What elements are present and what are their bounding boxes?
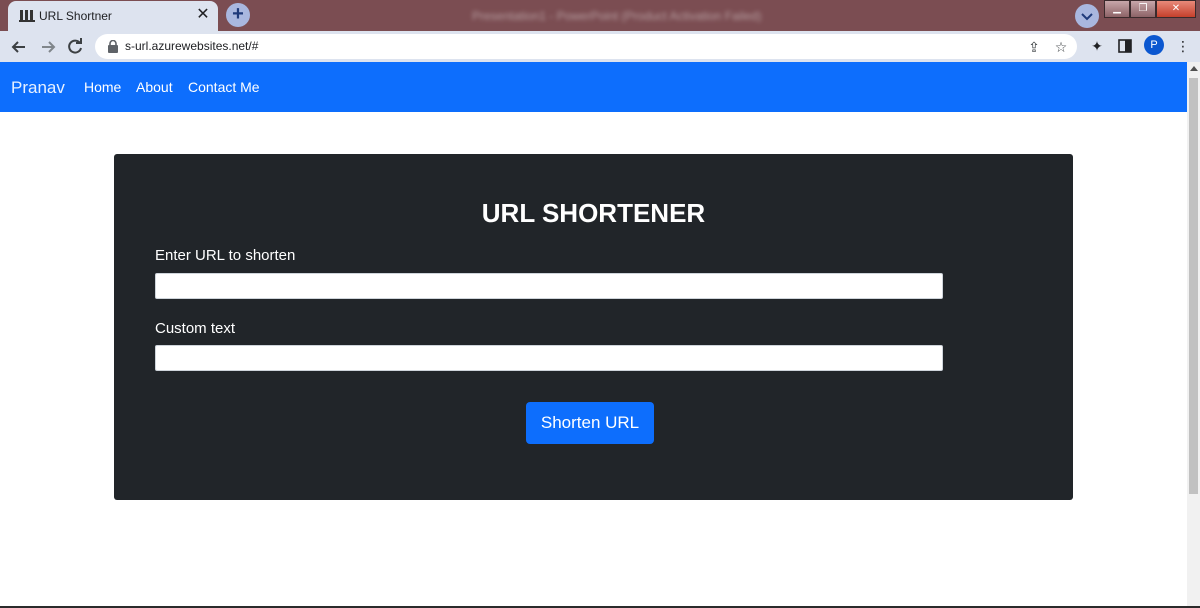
back-arrow-icon <box>11 41 25 53</box>
side-panel-glyph <box>1118 39 1132 53</box>
site-navbar: Pranav Home About Contact Me <box>0 62 1187 112</box>
lock-icon <box>108 40 118 53</box>
bookmark-star-icon[interactable]: ☆ <box>1051 37 1071 57</box>
page-content: Pranav Home About Contact Me URL SHORTEN… <box>0 62 1187 608</box>
page-scrollbar[interactable] <box>1187 62 1200 608</box>
new-tab-button[interactable]: + <box>226 3 250 27</box>
close-window-button[interactable]: ✕ <box>1156 0 1196 18</box>
side-panel-icon[interactable] <box>1114 35 1136 57</box>
forward-arrow-icon <box>42 41 56 53</box>
site-favicon-icon <box>19 10 35 22</box>
navbar-brand[interactable]: Pranav <box>11 78 65 98</box>
profile-avatar[interactable]: P <box>1144 35 1164 55</box>
nav-link-about[interactable]: About <box>136 79 173 95</box>
browser-toolbar: s-url.azurewebsites.net/# ⇪ ☆ ✦ P ⋮ <box>0 31 1200 62</box>
shortener-card: URL SHORTENER Enter URL to shorten Custo… <box>114 154 1073 500</box>
forward-button[interactable] <box>36 35 60 59</box>
address-bar[interactable]: s-url.azurewebsites.net/# ⇪ ☆ <box>95 34 1077 59</box>
share-icon[interactable]: ⇪ <box>1024 37 1044 57</box>
close-tab-icon[interactable]: ✕ <box>194 6 212 24</box>
tab-title: URL Shortner <box>39 9 112 23</box>
reload-button[interactable] <box>63 35 87 59</box>
scroll-up-arrow-icon[interactable] <box>1190 66 1198 71</box>
chevron-down-icon <box>1081 13 1093 21</box>
browser-tab[interactable]: URL Shortner ✕ <box>8 1 218 31</box>
url-input[interactable] <box>155 273 943 299</box>
nav-link-home[interactable]: Home <box>84 79 121 95</box>
window-title: Presentation1 - PowerPoint (Product Acti… <box>472 9 762 23</box>
url-field-label: Enter URL to shorten <box>155 247 296 264</box>
scrollbar-thumb[interactable] <box>1189 78 1198 494</box>
custom-text-input[interactable] <box>155 345 943 371</box>
tab-search-button[interactable] <box>1075 4 1099 28</box>
extensions-icon[interactable]: ✦ <box>1086 35 1108 57</box>
window-controls: ▁ ❐ ✕ <box>1104 0 1196 18</box>
shorten-url-button[interactable]: Shorten URL <box>526 402 654 444</box>
nav-link-contact[interactable]: Contact Me <box>188 79 260 95</box>
maximize-window-button[interactable]: ❐ <box>1130 0 1156 18</box>
page-title: URL SHORTENER <box>481 198 706 228</box>
back-button[interactable] <box>7 35 31 59</box>
menu-kebab-icon[interactable]: ⋮ <box>1172 35 1194 57</box>
window-titlebar: URL Shortner ✕ + Presentation1 - PowerPo… <box>0 0 1200 31</box>
reload-icon <box>68 38 82 54</box>
url-text: s-url.azurewebsites.net/# <box>125 39 259 53</box>
custom-text-label: Custom text <box>155 320 236 337</box>
minimize-window-button[interactable]: ▁ <box>1104 0 1130 18</box>
